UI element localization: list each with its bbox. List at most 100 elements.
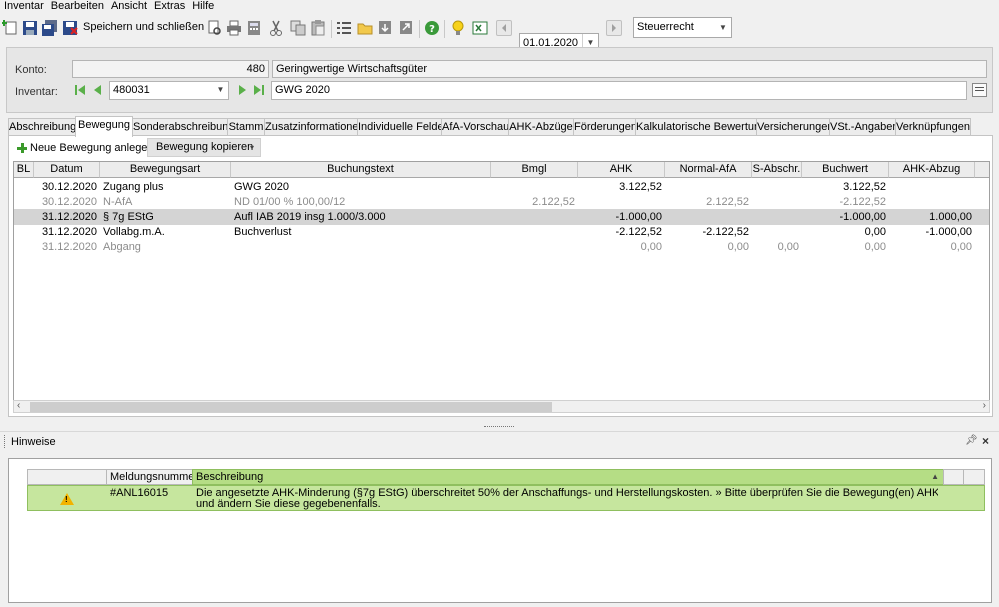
col-header-ahk-abzug[interactable]: AHK-Abzug xyxy=(889,162,975,178)
cell-text: Buchverlust xyxy=(234,226,292,238)
horizontal-scrollbar[interactable]: ‹ › xyxy=(13,400,990,413)
scroll-left-icon[interactable]: ‹ xyxy=(17,400,20,411)
splitter-grip[interactable] xyxy=(484,426,514,428)
chevron-down-icon[interactable]: ▼ xyxy=(715,18,731,37)
menu-inventar[interactable]: Inventar xyxy=(0,0,47,13)
menu-bearbeiten[interactable]: Bearbeiten xyxy=(47,0,107,13)
pin-icon[interactable]: 📌︎ xyxy=(965,435,978,446)
hint-row[interactable]: ! #ANL16015 Die angesetzte AHK-Minderung… xyxy=(27,485,985,511)
cell-sabschr xyxy=(752,224,802,240)
drag-grip[interactable] xyxy=(4,435,6,448)
tab-abschreibung[interactable]: Abschreibung xyxy=(8,118,76,136)
cell-art: § 7g EStG xyxy=(103,211,154,223)
copy-movement-button[interactable]: Bewegung kopieren ▾ xyxy=(147,138,261,157)
excel-export-icon[interactable] xyxy=(472,20,488,36)
paste-icon[interactable] xyxy=(310,20,326,36)
table-row[interactable]: 30.12.2020 Zugang plus GWG 2020 3.122,52 3.1… xyxy=(14,179,989,195)
previous-date-icon[interactable] xyxy=(496,20,512,36)
table-row[interactable]: 30.12.2020 N-AfA ND 01/00 % 100,00/12 2.122… xyxy=(14,194,989,210)
inventar-number-select[interactable]: 480031 ▼ xyxy=(109,81,229,100)
copy-icon[interactable] xyxy=(290,20,306,36)
panel-splitter[interactable] xyxy=(0,424,999,430)
next-date-icon[interactable] xyxy=(606,20,622,36)
export-icon[interactable] xyxy=(398,20,414,36)
cell-ahkabzug xyxy=(889,194,975,210)
movements-panel: Neue Bewegung anlegen Bewegung kopieren … xyxy=(8,135,993,417)
table-row[interactable]: 31.12.2020 § 7g EStG Aufl IAB 2019 insg 1.… xyxy=(14,209,989,225)
cell-ahkabzug: 0,00 xyxy=(950,241,972,253)
save-icon[interactable] xyxy=(22,20,38,36)
tab-kalkulatorische-bewertung[interactable]: Kalkulatorische Bewertung xyxy=(635,118,757,136)
scrollbar-thumb[interactable] xyxy=(30,402,552,412)
col-header-bl[interactable]: BL xyxy=(14,162,34,178)
list-icon[interactable] xyxy=(336,20,352,36)
tab-afa-vorschau[interactable]: AfA-Vorschau xyxy=(441,118,509,136)
tab-verknuepfungen[interactable]: Verknüpfungen xyxy=(895,118,971,136)
print-preview-icon[interactable] xyxy=(206,20,222,36)
tab-ahk-abzuege[interactable]: AHK-Abzüge xyxy=(508,118,574,136)
law-select[interactable]: Steuerrecht ▼ xyxy=(633,17,732,38)
col-header-datum[interactable]: Datum xyxy=(34,162,100,178)
col-header-normal-afa[interactable]: Normal-AfA xyxy=(665,162,752,178)
print-icon[interactable] xyxy=(226,20,242,36)
col-header-buchwert[interactable]: Buchwert xyxy=(802,162,889,178)
col-header-bmgl[interactable]: Bmgl xyxy=(491,162,578,178)
previous-record-icon[interactable] xyxy=(91,83,105,97)
cut-icon[interactable] xyxy=(268,20,284,36)
cell-text: Aufl IAB 2019 insg 1.000/3.000 xyxy=(234,211,386,223)
sort-ascending-icon[interactable]: ▲ xyxy=(931,470,939,484)
cell-datum: 31.12.2020 xyxy=(41,226,97,238)
chevron-down-icon[interactable]: ▼ xyxy=(213,82,228,99)
tab-individuelle-felder[interactable]: Individuelle Felder xyxy=(357,118,442,136)
col-header-s-abschr[interactable]: S-Abschr. xyxy=(752,162,802,178)
scroll-right-icon[interactable]: › xyxy=(983,400,986,411)
save-close-button[interactable]: Speichern und schließen xyxy=(83,21,204,33)
first-record-icon[interactable] xyxy=(73,83,87,97)
tab-zusatzinformationen[interactable]: Zusatzinformationen xyxy=(264,118,358,136)
lightbulb-icon[interactable] xyxy=(450,20,466,36)
chevron-down-icon[interactable]: ▾ xyxy=(250,139,254,156)
table-row[interactable]: 31.12.2020 Abgang 0,00 0,00 0,00 0,00 0,00 xyxy=(14,239,989,255)
menu-hilfe[interactable]: Hilfe xyxy=(188,0,217,13)
new-document-icon[interactable] xyxy=(2,20,18,36)
cell-art: Vollabg.m.A. xyxy=(103,226,165,238)
close-icon[interactable]: × xyxy=(982,434,989,448)
tab-stamm[interactable]: Stamm xyxy=(227,118,265,136)
cell-text: GWG 2020 xyxy=(234,181,290,193)
last-record-icon[interactable] xyxy=(252,83,266,97)
folder-icon[interactable] xyxy=(357,20,373,36)
tab-bewegung[interactable]: Bewegung xyxy=(75,116,133,137)
col-header-bewegungsart[interactable]: Bewegungsart xyxy=(100,162,231,178)
menu-ansicht[interactable]: Ansicht xyxy=(107,0,150,13)
menu-extras[interactable]: Extras xyxy=(150,0,188,13)
cell-datum: 30.12.2020 xyxy=(41,196,97,208)
tab-sonderabschreibung[interactable]: Sonderabschreibung xyxy=(132,118,228,136)
hints-col-beschreibung[interactable]: Beschreibung ▲ xyxy=(192,469,944,485)
asset-header-panel: Konto: 480 Geringwertige Wirtschaftsgüte… xyxy=(6,47,993,113)
save-close-icon[interactable] xyxy=(62,20,78,36)
help-icon[interactable]: ? xyxy=(424,20,440,36)
hints-col-meldungsnummer[interactable]: Meldungsnummer xyxy=(106,469,198,485)
plus-icon xyxy=(17,143,27,153)
cell-sabschr xyxy=(752,179,802,195)
inventar-name-field[interactable]: GWG 2020 xyxy=(271,81,967,100)
tab-foerderungen[interactable]: Förderungen xyxy=(573,118,636,136)
col-header-ahk[interactable]: AHK xyxy=(578,162,665,178)
calculator-icon[interactable] xyxy=(246,20,262,36)
cell-buchwert: 3.122,52 xyxy=(843,181,886,193)
cell-art: Abgang xyxy=(103,241,141,253)
next-record-icon[interactable] xyxy=(235,83,249,97)
new-movement-button[interactable]: Neue Bewegung anlegen xyxy=(30,142,154,154)
hints-col-icon xyxy=(27,469,107,485)
tab-vst-angaben[interactable]: VSt.-Angaben xyxy=(829,118,896,136)
cell-text: ND 01/00 % 100,00/12 xyxy=(234,196,346,208)
tab-strip: Abschreibung Bewegung Sonderabschreibung… xyxy=(8,116,993,137)
konto-label: Konto: xyxy=(15,64,47,76)
col-header-buchungstext[interactable]: Buchungstext xyxy=(231,162,491,178)
save-all-icon[interactable] xyxy=(42,20,58,36)
tab-versicherungen[interactable]: Versicherungen xyxy=(756,118,830,136)
konto-number-field: 480 xyxy=(72,60,269,78)
download-icon[interactable] xyxy=(377,20,393,36)
table-row[interactable]: 31.12.2020 Vollabg.m.A. Buchverlust -2.122,… xyxy=(14,224,989,240)
memo-icon[interactable] xyxy=(972,83,987,97)
